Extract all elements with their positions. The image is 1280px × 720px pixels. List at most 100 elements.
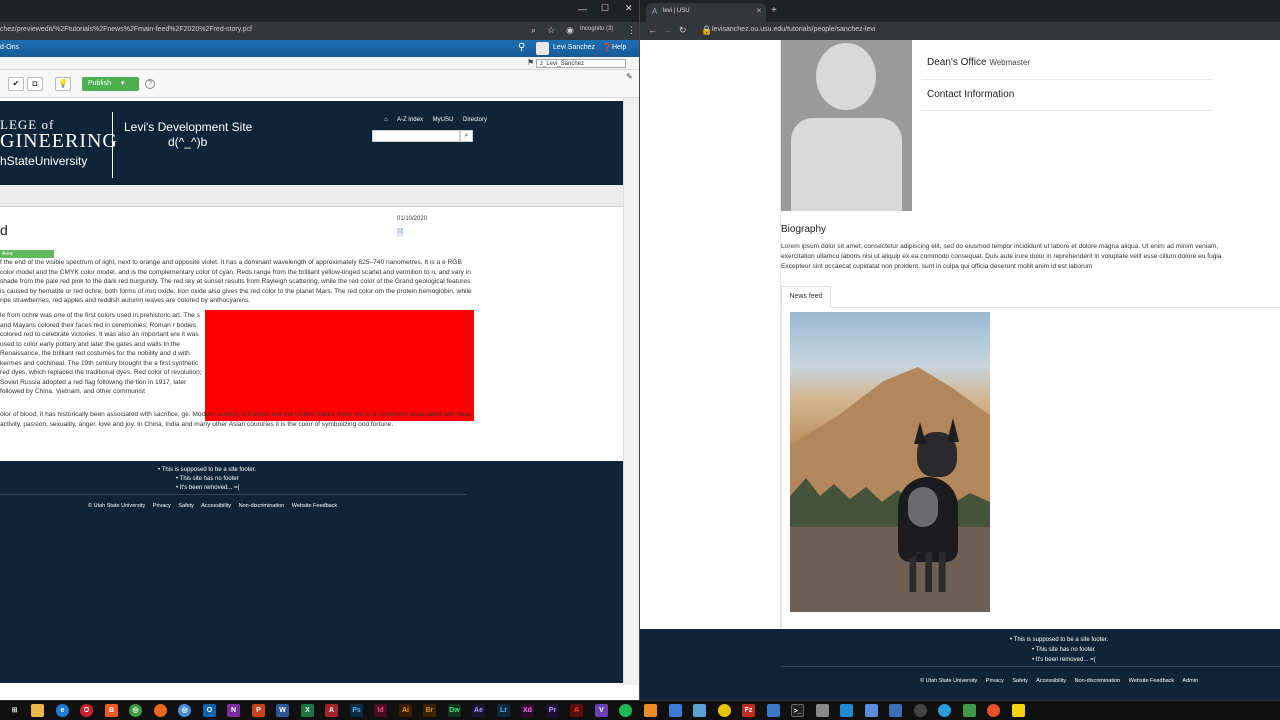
firefox-icon[interactable] (154, 704, 167, 717)
word-icon[interactable]: W (276, 704, 289, 717)
avatar[interactable] (536, 42, 549, 55)
lightbulb-button[interactable]: 💡 (55, 77, 71, 91)
home-icon[interactable]: ⌂ (384, 117, 388, 123)
profile-page: Dean's Office Webmaster Contact Informat… (640, 40, 1280, 629)
app-icon[interactable] (889, 704, 902, 717)
accessibility-link[interactable]: Accessibility (1036, 678, 1066, 684)
chrome-alt-icon[interactable]: ◎ (178, 704, 191, 717)
privacy-link[interactable]: Privacy (986, 678, 1004, 684)
directory-link[interactable]: Directory (463, 117, 487, 123)
non-discrimination-link[interactable]: Non-discrimination (1075, 678, 1121, 684)
website-feedback-link[interactable]: Website Feedback (1129, 678, 1174, 684)
spotify-icon[interactable] (619, 704, 632, 717)
edge-icon[interactable]: e (56, 704, 69, 717)
safety-link[interactable]: Safety (178, 503, 194, 509)
app-icon[interactable] (987, 704, 1000, 717)
app-icon[interactable] (816, 704, 829, 717)
vscode-icon[interactable] (840, 704, 853, 717)
chevron-down-icon[interactable]: ▾ (121, 80, 125, 87)
contact-information[interactable]: Contact Information (927, 89, 1014, 100)
tab-close-icon[interactable]: ✕ (756, 7, 762, 15)
monitor-icon[interactable] (669, 704, 682, 717)
access-icon[interactable]: A (325, 704, 338, 717)
help-link[interactable]: Help (612, 44, 626, 51)
addons-menu[interactable]: d-Ons (0, 44, 19, 51)
brave-icon[interactable]: B (105, 704, 118, 717)
search-icon[interactable]: ⌕ (531, 25, 536, 36)
photoshop-icon[interactable]: Ps (350, 704, 363, 717)
close-icon[interactable]: ✕ (625, 3, 633, 14)
user-name[interactable]: Levi Sanchez (553, 44, 595, 51)
right-address-bar[interactable]: ← → ↻ 🔒 levisanchez.ou.usu.edu/tutorials… (640, 22, 1280, 40)
forward-icon[interactable]: → (663, 25, 672, 35)
preview-scrollbar[interactable] (623, 98, 639, 685)
sticky-notes-icon[interactable] (1012, 704, 1025, 717)
browser-tab[interactable]: A levi | USU ✕ (646, 3, 766, 22)
illustrator-icon[interactable]: Ai (399, 704, 412, 717)
app-icon[interactable] (938, 704, 951, 717)
right-url[interactable]: levisanchez.ou.usu.edu/tutorials/people/… (712, 26, 875, 33)
admin-link[interactable]: Admin (1182, 678, 1198, 684)
app-icon[interactable] (644, 704, 657, 717)
indesign-icon[interactable]: Id (374, 704, 387, 717)
incognito-icon[interactable]: ◉ (566, 25, 574, 36)
safety-link[interactable]: Safety (1012, 678, 1028, 684)
search-icon[interactable]: ⌕ (460, 130, 473, 142)
star-icon[interactable]: ☆ (547, 25, 555, 36)
chrome-icon[interactable]: ◎ (129, 704, 142, 717)
onenote-icon[interactable]: N (227, 704, 240, 717)
filezilla-icon[interactable]: Fz (742, 704, 755, 717)
left-address-bar[interactable]: chez/previewedit/%2Ftutorials%2Fnews%2Fm… (0, 22, 639, 40)
list-item: • This is supposed to be a site footer. (158, 467, 257, 473)
reload-icon[interactable]: ↻ (679, 25, 687, 36)
opera-icon[interactable]: O (80, 704, 93, 717)
app-icon[interactable] (693, 704, 706, 717)
user-select[interactable]: z_Levi_Sanchez (536, 59, 626, 68)
help-circle-icon[interactable]: ❓ (602, 43, 612, 52)
premiere-icon[interactable]: Pr (546, 704, 559, 717)
back-icon[interactable]: ← (648, 25, 657, 35)
page-preview: LEGE of GINEERING hStateUniversity Levi'… (0, 98, 639, 700)
app-icon[interactable] (767, 704, 780, 717)
visual-studio-icon[interactable]: V (595, 704, 608, 717)
after-effects-icon[interactable]: Ae (472, 704, 485, 717)
save-version-button[interactable]: ◘ (27, 77, 43, 91)
powerpoint-icon[interactable]: P (252, 704, 265, 717)
lightbulb-icon[interactable] (718, 704, 731, 717)
app-icon[interactable] (865, 704, 878, 717)
github-icon[interactable] (914, 704, 927, 717)
tab-news-feed[interactable]: News feed (781, 286, 831, 308)
site-search-input[interactable] (372, 130, 460, 142)
acrobat-icon[interactable]: A (570, 704, 583, 717)
terminal-icon[interactable]: >_ (791, 704, 804, 717)
pen-icon[interactable]: ✎ (626, 72, 633, 81)
privacy-link[interactable]: Privacy (153, 503, 171, 509)
website-feedback-link[interactable]: Website Feedback (292, 503, 337, 509)
start-icon[interactable]: ⊞ (8, 704, 21, 717)
dreamweaver-icon[interactable]: Dw (448, 704, 461, 717)
publish-button[interactable]: Publish ▾ (82, 77, 139, 91)
az-index-link[interactable]: A-Z Index (397, 117, 423, 123)
file-explorer-icon[interactable] (31, 704, 44, 717)
bridge-icon[interactable]: Br (423, 704, 436, 717)
myusu-link[interactable]: MyUSU (433, 117, 454, 123)
zoom-icon[interactable]: ⚲ (518, 42, 525, 53)
maximize-icon[interactable]: ☐ (601, 3, 609, 14)
check-button[interactable]: ✔ (8, 77, 24, 91)
site-title[interactable]: Levi's Development Site (124, 120, 252, 134)
document-icon[interactable]: 🗎 (397, 227, 403, 241)
accessibility-link[interactable]: Accessibility (201, 503, 231, 509)
minimize-icon[interactable]: — (578, 4, 587, 14)
excel-icon[interactable]: X (301, 704, 314, 717)
lightroom-icon[interactable]: Lr (497, 704, 510, 717)
new-tab-icon[interactable]: + (771, 5, 777, 16)
xd-icon[interactable]: Xd (521, 704, 534, 717)
outlook-icon[interactable]: O (203, 704, 216, 717)
menu-icon[interactable]: ⋮ (627, 25, 636, 36)
left-url[interactable]: chez/previewedit/%2Ftutorials%2Fnews%2Fm… (0, 26, 252, 33)
non-discrimination-link[interactable]: Non-discrimination (239, 503, 285, 509)
news-photo-dog[interactable] (790, 312, 990, 612)
editable-region-tag[interactable]: Area (0, 250, 54, 258)
app-icon[interactable] (963, 704, 976, 717)
toolbar-help-icon[interactable]: ? (145, 79, 155, 89)
